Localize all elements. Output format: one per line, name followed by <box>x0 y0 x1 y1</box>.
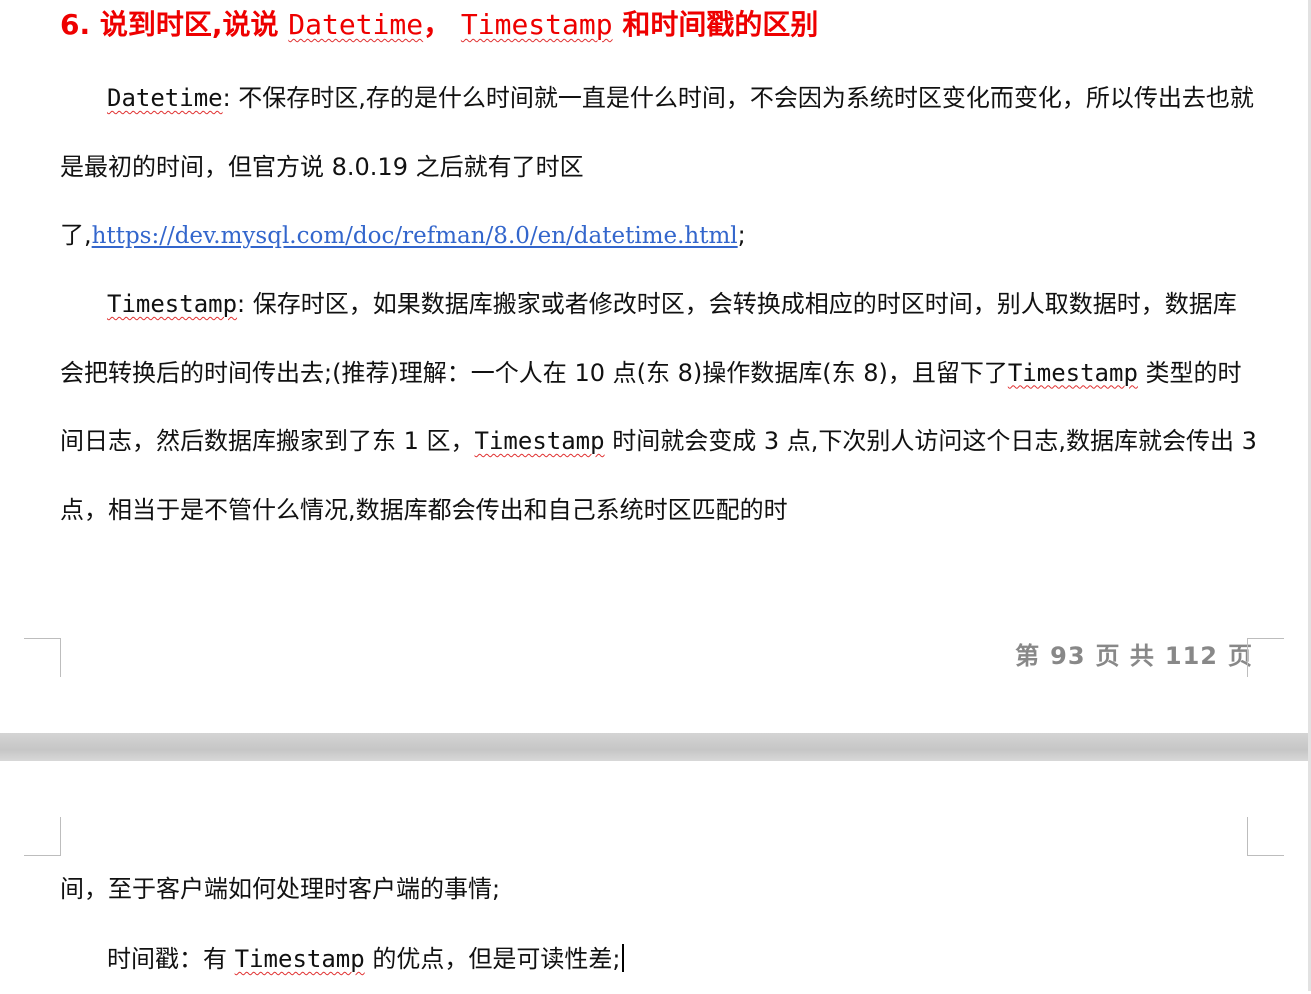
paragraph-link-suffix: ; <box>737 221 746 249</box>
page-separator <box>0 733 1311 761</box>
corner-mark-bottom-left <box>24 638 61 677</box>
footer-page-number: 93 <box>1050 642 1086 670</box>
paragraph-datetime: Datetime: 不保存时区,存的是什么时间就一直是什么时间，不会因为系统时区… <box>60 64 1260 201</box>
code-datetime: Datetime <box>107 84 223 112</box>
heading-number: 6. <box>60 8 100 41</box>
paragraph-timestamp: Timestamp: 保存时区，如果数据库搬家或者修改时区，会转换成相应的时区时… <box>60 270 1260 544</box>
heading-text-3: 和时间戳的区别 <box>612 8 819 41</box>
corner-mark-top-right <box>1247 817 1284 856</box>
document-page-94: 间，至于客户端如何处理时客户端的事情; 时间戳：有 Timestamp 的优点，… <box>0 761 1311 991</box>
heading-code-timestamp: Timestamp <box>460 8 613 41</box>
heading-text-1: 说到时区,说说 <box>99 8 289 41</box>
footer-mid: 页 共 <box>1095 642 1155 670</box>
paragraph-datetime-text: : 不保存时区,存的是什么时间就一直是什么时间，不会因为系统时区变化而变化，所以… <box>60 84 1254 181</box>
code-timestamp-2: Timestamp <box>1007 358 1138 387</box>
section-heading: 6. 说到时区,说说 Datetime， Timestamp 和时间戳的区别 <box>60 6 818 44</box>
paragraph-link-prefix: 了, <box>60 221 92 249</box>
paragraph-continued-text: 间，至于客户端如何处理时客户端的事情; <box>60 875 501 903</box>
paragraph-continued: 间，至于客户端如何处理时客户端的事情; <box>60 855 1260 924</box>
mysql-docs-link[interactable]: https://dev.mysql.com/doc/refman/8.0/en/… <box>92 223 738 249</box>
document-page-93: 6. 说到时区,说说 Datetime， Timestamp 和时间戳的区别 D… <box>0 0 1311 733</box>
text-cursor <box>622 944 625 972</box>
paragraph-timestamp-type-text-2: 的优点，但是可读性差; <box>364 945 621 973</box>
heading-code-datetime: Datetime <box>288 8 424 41</box>
page-footer: 第 93 页 共 112 页 <box>1015 636 1253 671</box>
footer-total-pages: 112 <box>1164 642 1218 670</box>
code-timestamp-3: Timestamp <box>474 427 605 455</box>
paragraph-link: 了,https://dev.mysql.com/doc/refman/8.0/e… <box>60 201 1260 271</box>
paragraph-timestamp-type-text-1: 时间戳：有 <box>107 945 235 973</box>
paragraph-timestamp-type[interactable]: 时间戳：有 Timestamp 的优点，但是可读性差; <box>60 925 1260 994</box>
heading-text-2: ， <box>423 8 461 41</box>
footer-prefix: 第 <box>1015 642 1041 670</box>
code-timestamp-4: Timestamp <box>234 945 365 973</box>
corner-mark-top-left <box>24 817 61 856</box>
code-timestamp: Timestamp <box>107 290 238 318</box>
corner-mark-bottom-right <box>1247 638 1284 677</box>
